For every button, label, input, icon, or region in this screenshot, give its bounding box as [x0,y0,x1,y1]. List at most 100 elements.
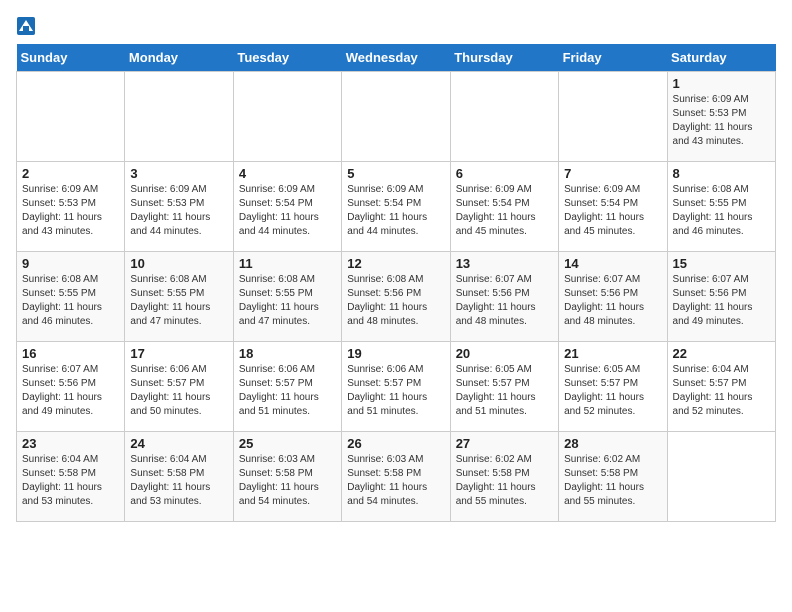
day-number: 10 [130,256,227,271]
calendar-cell: 21 Sunrise: 6:05 AM Sunset: 5:57 PM Dayli… [559,342,667,432]
calendar-cell: 18Sunrise: 6:06 AM Sunset: 5:57 PM Dayli… [233,342,341,432]
calendar-cell: 4 Sunrise: 6:09 AM Sunset: 5:54 PM Daylig… [233,162,341,252]
calendar-cell: 5 Sunrise: 6:09 AM Sunset: 5:54 PM Daylig… [342,162,450,252]
day-info: Sunrise: 6:05 AM Sunset: 5:57 PM Dayligh… [564,363,661,419]
day-number: 1 [673,76,770,91]
day-info: Sunrise: 6:09 AM Sunset: 5:54 PM Dayligh… [347,183,444,239]
day-number: 21 [564,346,661,361]
day-info: Sunrise: 6:08 AM Sunset: 5:55 PM Dayligh… [22,273,119,329]
day-info: Sunrise: 6:03 AM Sunset: 5:58 PM Dayligh… [347,453,444,509]
day-number: 16 [22,346,119,361]
day-info: Sunrise: 6:09 AM Sunset: 5:53 PM Dayligh… [22,183,119,239]
day-info: Sunrise: 6:09 AM Sunset: 5:54 PM Dayligh… [564,183,661,239]
day-info: Sunrise: 6:06 AM Sunset: 5:57 PM Dayligh… [239,363,336,419]
header-friday: Friday [559,44,667,72]
day-number: 14 [564,256,661,271]
calendar-cell: 19 Sunrise: 6:06 AM Sunset: 5:57 PM Dayli… [342,342,450,432]
logo-icon [16,16,36,36]
day-number: 24 [130,436,227,451]
calendar-cell: 26 Sunrise: 6:03 AM Sunset: 5:58 PM Dayli… [342,432,450,522]
day-number: 9 [22,256,119,271]
day-number: 6 [456,166,553,181]
calendar-cell: 27 Sunrise: 6:02 AM Sunset: 5:58 PM Dayli… [450,432,558,522]
calendar-cell: 23 Sunrise: 6:04 AM Sunset: 5:58 PM Dayli… [17,432,125,522]
calendar-cell [450,72,558,162]
day-number: 11 [239,256,336,271]
day-info: Sunrise: 6:02 AM Sunset: 5:58 PM Dayligh… [456,453,553,509]
day-number: 28 [564,436,661,451]
day-number: 8 [673,166,770,181]
calendar-cell: 20 Sunrise: 6:05 AM Sunset: 5:57 PM Dayli… [450,342,558,432]
day-info: Sunrise: 6:08 AM Sunset: 5:55 PM Dayligh… [673,183,770,239]
day-info: Sunrise: 6:08 AM Sunset: 5:55 PM Dayligh… [130,273,227,329]
calendar-cell: 12 Sunrise: 6:08 AM Sunset: 5:56 PM Dayli… [342,252,450,342]
day-number: 20 [456,346,553,361]
calendar-table: SundayMondayTuesdayWednesdayThursdayFrid… [16,44,776,522]
day-info: Sunrise: 6:05 AM Sunset: 5:57 PM Dayligh… [456,363,553,419]
day-number: 19 [347,346,444,361]
day-info: Sunrise: 6:07 AM Sunset: 5:56 PM Dayligh… [673,273,770,329]
calendar-cell: 1 Sunrise: 6:09 AM Sunset: 5:53 PM Daylig… [667,72,775,162]
day-number: 3 [130,166,227,181]
day-info: Sunrise: 6:04 AM Sunset: 5:58 PM Dayligh… [130,453,227,509]
day-info: Sunrise: 6:06 AM Sunset: 5:57 PM Dayligh… [130,363,227,419]
calendar-cell [667,432,775,522]
week-row-5: 23 Sunrise: 6:04 AM Sunset: 5:58 PM Dayli… [17,432,776,522]
day-info: Sunrise: 6:07 AM Sunset: 5:56 PM Dayligh… [456,273,553,329]
calendar-cell: 25 Sunrise: 6:03 AM Sunset: 5:58 PM Dayli… [233,432,341,522]
day-info: Sunrise: 6:08 AM Sunset: 5:56 PM Dayligh… [347,273,444,329]
day-number: 2 [22,166,119,181]
day-info: Sunrise: 6:09 AM Sunset: 5:54 PM Dayligh… [456,183,553,239]
day-info: Sunrise: 6:06 AM Sunset: 5:57 PM Dayligh… [347,363,444,419]
day-number: 13 [456,256,553,271]
day-info: Sunrise: 6:09 AM Sunset: 5:54 PM Dayligh… [239,183,336,239]
day-number: 5 [347,166,444,181]
day-number: 26 [347,436,444,451]
day-number: 22 [673,346,770,361]
header-tuesday: Tuesday [233,44,341,72]
header-row: SundayMondayTuesdayWednesdayThursdayFrid… [17,44,776,72]
page-header [16,16,776,36]
day-info: Sunrise: 6:02 AM Sunset: 5:58 PM Dayligh… [564,453,661,509]
week-row-1: 1 Sunrise: 6:09 AM Sunset: 5:53 PM Daylig… [17,72,776,162]
day-number: 17 [130,346,227,361]
week-row-4: 16 Sunrise: 6:07 AM Sunset: 5:56 PM Dayli… [17,342,776,432]
calendar-cell: 15Sunrise: 6:07 AM Sunset: 5:56 PM Dayli… [667,252,775,342]
calendar-cell: 8 Sunrise: 6:08 AM Sunset: 5:55 PM Daylig… [667,162,775,252]
day-info: Sunrise: 6:04 AM Sunset: 5:58 PM Dayligh… [22,453,119,509]
calendar-cell [17,72,125,162]
day-info: Sunrise: 6:07 AM Sunset: 5:56 PM Dayligh… [22,363,119,419]
calendar-cell [559,72,667,162]
calendar-cell [342,72,450,162]
calendar-cell: 22Sunrise: 6:04 AM Sunset: 5:57 PM Dayli… [667,342,775,432]
calendar-cell: 13 Sunrise: 6:07 AM Sunset: 5:56 PM Dayli… [450,252,558,342]
calendar-cell: 9 Sunrise: 6:08 AM Sunset: 5:55 PM Daylig… [17,252,125,342]
calendar-cell: 3 Sunrise: 6:09 AM Sunset: 5:53 PM Daylig… [125,162,233,252]
calendar-cell: 10 Sunrise: 6:08 AM Sunset: 5:55 PM Dayli… [125,252,233,342]
day-number: 25 [239,436,336,451]
day-number: 12 [347,256,444,271]
week-row-2: 2 Sunrise: 6:09 AM Sunset: 5:53 PM Daylig… [17,162,776,252]
day-number: 27 [456,436,553,451]
day-number: 23 [22,436,119,451]
logo [16,16,40,36]
calendar-cell: 14 Sunrise: 6:07 AM Sunset: 5:56 PM Dayli… [559,252,667,342]
day-number: 7 [564,166,661,181]
calendar-cell: 28 Sunrise: 6:02 AM Sunset: 5:58 PM Dayli… [559,432,667,522]
calendar-cell: 17 Sunrise: 6:06 AM Sunset: 5:57 PM Dayli… [125,342,233,432]
header-sunday: Sunday [17,44,125,72]
day-number: 4 [239,166,336,181]
calendar-cell: 16 Sunrise: 6:07 AM Sunset: 5:56 PM Dayli… [17,342,125,432]
day-info: Sunrise: 6:07 AM Sunset: 5:56 PM Dayligh… [564,273,661,329]
day-info: Sunrise: 6:09 AM Sunset: 5:53 PM Dayligh… [130,183,227,239]
day-info: Sunrise: 6:09 AM Sunset: 5:53 PM Dayligh… [673,93,770,149]
day-info: Sunrise: 6:08 AM Sunset: 5:55 PM Dayligh… [239,273,336,329]
calendar-cell [125,72,233,162]
day-info: Sunrise: 6:03 AM Sunset: 5:58 PM Dayligh… [239,453,336,509]
calendar-cell: 2 Sunrise: 6:09 AM Sunset: 5:53 PM Daylig… [17,162,125,252]
calendar-cell: 11 Sunrise: 6:08 AM Sunset: 5:55 PM Dayli… [233,252,341,342]
week-row-3: 9 Sunrise: 6:08 AM Sunset: 5:55 PM Daylig… [17,252,776,342]
calendar-cell: 6 Sunrise: 6:09 AM Sunset: 5:54 PM Daylig… [450,162,558,252]
header-wednesday: Wednesday [342,44,450,72]
calendar-cell: 24 Sunrise: 6:04 AM Sunset: 5:58 PM Dayli… [125,432,233,522]
